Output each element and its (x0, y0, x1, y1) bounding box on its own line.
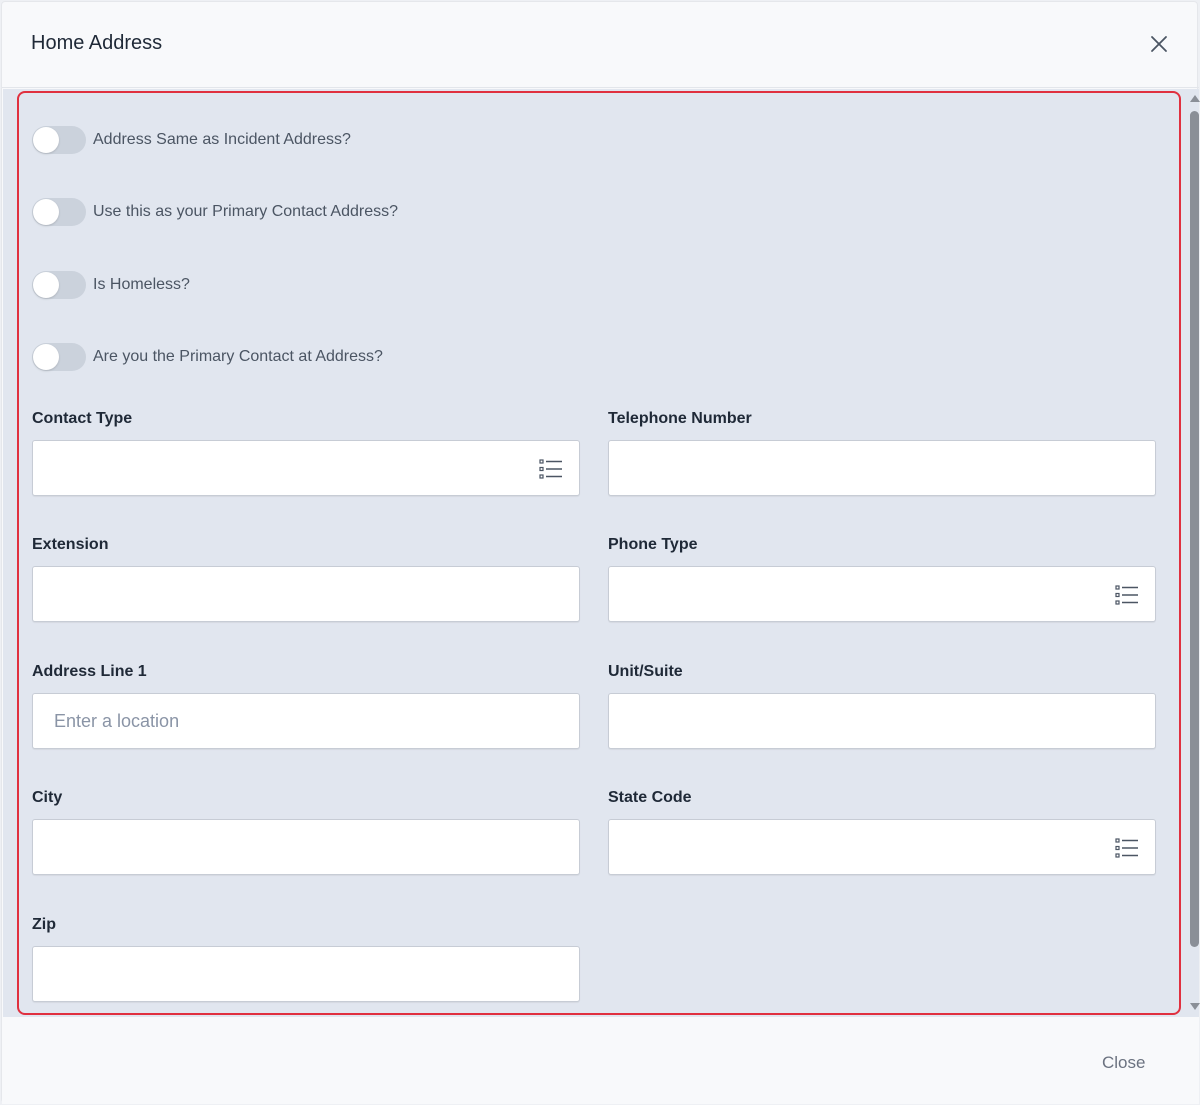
toggle-knob (33, 272, 59, 298)
toggle-label: Are you the Primary Contact at Address? (93, 348, 383, 365)
list-icon[interactable] (1115, 837, 1139, 859)
vertical-scrollbar[interactable] (1187, 89, 1200, 1017)
toggle-row-homeless: Is Homeless? (32, 270, 190, 300)
dialog-footer: Close (2, 1017, 1199, 1104)
dialog-title: Home Address (31, 32, 163, 54)
zip-input[interactable] (32, 946, 580, 1002)
extension-label: Extension (32, 536, 109, 553)
contact-type-select[interactable] (32, 440, 580, 496)
extension-input[interactable] (32, 566, 580, 622)
toggle-knob (33, 127, 59, 153)
form-body: Address Same as Incident Address? Use th… (3, 89, 1200, 1017)
home-address-dialog: Home Address Address Same as Incident Ad… (1, 1, 1200, 1104)
phone-type-label: Phone Type (608, 536, 698, 553)
unit-suite-input[interactable] (608, 693, 1156, 749)
toggle-knob (33, 199, 59, 225)
toggle-row-primary-contact-address: Use this as your Primary Contact Address… (32, 197, 398, 227)
phone-type-select[interactable] (608, 566, 1156, 622)
state-code-select[interactable] (608, 819, 1156, 875)
highlight-frame (17, 91, 1181, 1015)
city-label: City (32, 789, 63, 806)
city-input[interactable] (32, 819, 580, 875)
toggle-label: Is Homeless? (93, 276, 190, 293)
scrollbar-thumb[interactable] (1190, 111, 1199, 947)
toggle-row-incident-address: Address Same as Incident Address? (32, 125, 351, 155)
list-icon[interactable] (539, 458, 563, 480)
primary-contact-address-toggle[interactable] (32, 198, 86, 226)
address-line-1-placeholder: Enter a location (54, 711, 180, 731)
scroll-up-arrow-icon[interactable] (1190, 95, 1200, 102)
contact-type-label: Contact Type (32, 410, 133, 427)
address-line-1-label: Address Line 1 (32, 663, 147, 680)
incident-address-toggle[interactable] (32, 126, 86, 154)
close-icon[interactable] (1149, 34, 1169, 54)
unit-suite-label: Unit/Suite (608, 663, 683, 680)
dialog-header: Home Address (2, 2, 1199, 88)
homeless-toggle[interactable] (32, 271, 86, 299)
close-button[interactable]: Close (1098, 1053, 1149, 1073)
primary-contact-at-address-toggle[interactable] (32, 343, 86, 371)
scroll-down-arrow-icon[interactable] (1190, 1003, 1200, 1010)
toggle-row-primary-contact-at-address: Are you the Primary Contact at Address? (32, 342, 383, 372)
telephone-number-label: Telephone Number (608, 410, 752, 427)
list-icon[interactable] (1115, 584, 1139, 606)
toggle-label: Address Same as Incident Address? (93, 131, 351, 148)
zip-label: Zip (32, 916, 56, 933)
toggle-label: Use this as your Primary Contact Address… (93, 203, 399, 220)
address-line-1-input[interactable]: Enter a location (32, 693, 580, 749)
telephone-number-input[interactable] (608, 440, 1156, 496)
state-code-label: State Code (608, 789, 692, 806)
toggle-knob (33, 344, 59, 370)
